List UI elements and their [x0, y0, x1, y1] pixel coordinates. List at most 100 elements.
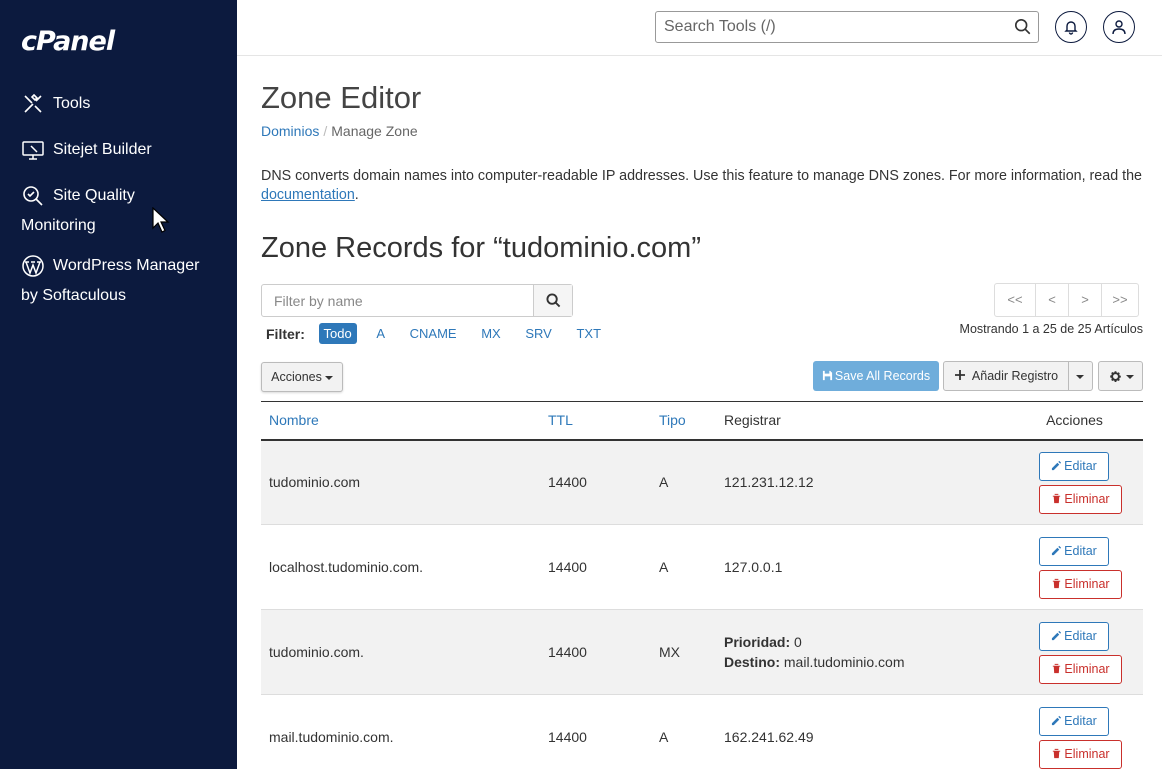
table-header-row: Nombre TTL Tipo Registrar Acciones — [261, 401, 1143, 441]
pencil-icon — [1052, 715, 1062, 726]
filter-search-button[interactable] — [533, 285, 572, 316]
cell-ttl: 14400 — [540, 524, 651, 610]
cell-ttl: 14400 — [540, 694, 651, 769]
page-last-button[interactable]: >> — [1101, 284, 1138, 316]
cell-actions: Editar Eliminar — [1006, 439, 1143, 525]
edit-button[interactable]: Editar — [1039, 622, 1109, 651]
sidebar-item-label-line2: Monitoring — [21, 217, 96, 235]
settings-dropdown-button[interactable] — [1098, 361, 1143, 391]
trash-icon — [1053, 748, 1061, 759]
zone-records-table: Nombre TTL Tipo Registrar Acciones tudom… — [261, 401, 1143, 769]
sidebar-item-tools[interactable]: Tools — [21, 89, 221, 119]
page-description: DNS converts domain names into computer-… — [261, 167, 1146, 205]
filter-cname[interactable]: CNAME — [405, 323, 462, 344]
breadcrumb-current: Manage Zone — [331, 123, 418, 139]
cell-type: MX — [651, 609, 716, 695]
description-end: . — [354, 187, 359, 203]
documentation-link[interactable]: documentation — [261, 187, 355, 203]
sidebar-item-sitejet[interactable]: Sitejet Builder — [21, 135, 221, 165]
filter-mx[interactable]: MX — [476, 323, 506, 344]
delete-label: Eliminar — [1064, 492, 1110, 507]
col-acciones: Acciones — [1006, 401, 1143, 441]
cell-ttl: 14400 — [540, 609, 651, 695]
edit-button[interactable]: Editar — [1039, 452, 1109, 482]
sidebar-item-label: WordPress Manager — [53, 257, 200, 274]
cell-type: A — [651, 439, 716, 525]
breadcrumb-dominios-link[interactable]: Dominios — [261, 123, 319, 139]
pencil-icon — [1052, 630, 1062, 641]
sidebar-item-wordpress[interactable]: WordPress Manager by Softaculous — [21, 251, 221, 311]
caret-down-icon — [1076, 375, 1084, 379]
col-nombre[interactable]: Nombre — [261, 401, 540, 441]
cell-actions: Editar Eliminar — [1006, 609, 1143, 695]
gear-icon — [1110, 371, 1121, 382]
col-tipo[interactable]: Tipo — [651, 401, 716, 441]
cell-name: tudominio.com. — [261, 609, 540, 695]
caret-down-icon — [324, 375, 333, 380]
cell-type: A — [651, 524, 716, 610]
notifications-button[interactable] — [1055, 11, 1087, 43]
page-next-button[interactable]: > — [1068, 284, 1101, 316]
page-prev-button[interactable]: < — [1035, 284, 1068, 316]
user-button[interactable] — [1103, 11, 1135, 43]
user-icon — [1112, 20, 1126, 35]
cell-record: 121.231.12.12 — [716, 439, 1006, 525]
delete-button[interactable]: Eliminar — [1039, 570, 1122, 599]
filter-txt[interactable]: TXT — [571, 323, 606, 344]
table-row: mail.tudominio.com. 14400 A 162.241.62.4… — [261, 694, 1143, 769]
edit-button[interactable]: Editar — [1039, 537, 1109, 566]
acciones-label: Acciones — [271, 370, 322, 384]
add-record-label: Añadir Registro — [971, 369, 1059, 383]
zone-records-title: Zone Records for “tudominio.com” — [261, 232, 701, 264]
trash-icon — [1053, 578, 1061, 589]
monitor-brush-icon — [21, 138, 45, 162]
cell-name: tudominio.com — [261, 439, 540, 525]
filter-by-name-input[interactable] — [262, 285, 534, 316]
add-record-dropdown-toggle[interactable] — [1068, 361, 1093, 391]
delete-button[interactable]: Eliminar — [1039, 740, 1122, 769]
tools-icon — [21, 92, 45, 116]
wordpress-icon — [21, 254, 45, 278]
priority-value: 0 — [794, 634, 802, 650]
sidebar-item-label: Site Quality — [53, 187, 135, 204]
delete-label: Eliminar — [1064, 747, 1110, 761]
col-ttl[interactable]: TTL — [540, 401, 651, 441]
page-first-button[interactable]: << — [995, 284, 1035, 316]
search-icon — [546, 293, 561, 308]
filter-label: Filter: — [266, 325, 305, 342]
cell-record: 162.241.62.49 — [716, 694, 1006, 769]
acciones-dropdown-button[interactable]: Acciones — [261, 362, 343, 392]
pencil-icon — [1052, 461, 1062, 471]
row-actions: Editar Eliminar — [1039, 620, 1143, 684]
description-text: DNS converts domain names into computer-… — [261, 168, 1143, 184]
edit-button[interactable]: Editar — [1039, 707, 1109, 736]
destination-label: Destino: — [724, 654, 780, 670]
search-icon[interactable] — [1014, 18, 1032, 36]
save-all-records-button[interactable]: Save All Records — [813, 361, 939, 391]
type-filters: Filter: Todo A CNAME MX SRV TXT — [266, 323, 617, 344]
destination-value: mail.tudominio.com — [783, 654, 905, 670]
table-row: localhost.tudominio.com. 14400 A 127.0.0… — [261, 524, 1143, 610]
sidebar-item-site-quality[interactable]: Site Quality Monitoring — [21, 181, 221, 241]
row-actions: Editar Eliminar — [1039, 535, 1143, 599]
delete-button[interactable]: Eliminar — [1039, 655, 1122, 684]
breadcrumb-separator: / — [323, 123, 328, 139]
save-icon — [822, 370, 832, 381]
sidebar-item-label: Tools — [53, 95, 91, 112]
filter-box — [261, 284, 573, 317]
cell-ttl: 14400 — [540, 439, 651, 525]
cell-actions: Editar Eliminar — [1006, 694, 1143, 769]
delete-label: Eliminar — [1064, 577, 1110, 591]
cpanel-logo[interactable]: cPanel — [21, 26, 115, 57]
search-input[interactable] — [656, 12, 996, 42]
add-record-button[interactable]: Añadir Registro — [943, 361, 1069, 391]
sidebar: cPanel Tools Sitejet Builder Site Qualit… — [0, 0, 237, 769]
sidebar-item-label-line2: by Softaculous — [21, 287, 126, 305]
filter-srv[interactable]: SRV — [520, 323, 557, 344]
filter-a[interactable]: A — [371, 323, 390, 344]
table-row: tudominio.com 14400 A 121.231.12.12 Edit… — [261, 439, 1143, 525]
delete-button[interactable]: Eliminar — [1039, 485, 1122, 515]
cell-type: A — [651, 694, 716, 769]
breadcrumb: Dominios / Manage Zone — [261, 123, 418, 139]
filter-todo[interactable]: Todo — [318, 323, 357, 344]
